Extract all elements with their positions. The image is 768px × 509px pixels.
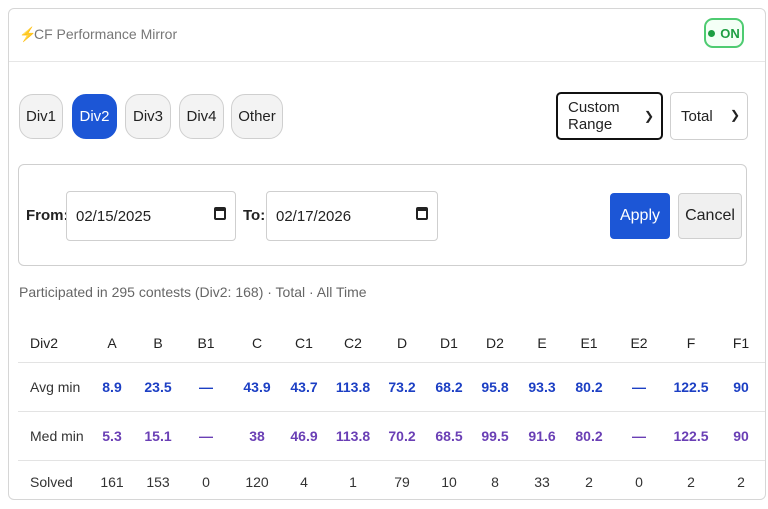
- div1-button[interactable]: Div1: [19, 94, 63, 139]
- column-header: B1: [197, 335, 215, 351]
- table-cell: 68.5: [435, 428, 463, 444]
- table-cell: 161: [100, 474, 124, 490]
- column-header: A: [107, 335, 117, 351]
- div2-button[interactable]: Div2: [72, 94, 117, 139]
- table-cell: 43.9: [243, 379, 271, 395]
- to-date-input[interactable]: 02/17/2026: [266, 191, 438, 241]
- column-header: F: [686, 335, 696, 351]
- table-cell: 79: [394, 474, 410, 490]
- calendar-icon[interactable]: [214, 207, 226, 220]
- table-row-solved: Solved 161 153 0 120 4 1 79 10 8 33 2 0 …: [18, 460, 765, 509]
- table-cell: 122.5: [673, 379, 709, 395]
- table-cell: 120: [245, 474, 269, 490]
- table-cell: 23.5: [144, 379, 172, 395]
- table-cell: —: [199, 428, 213, 444]
- date-range-panel: From: 02/15/2025 To: 02/17/2026 Apply Ca…: [18, 164, 747, 266]
- table-cell: 73.2: [388, 379, 416, 395]
- column-header: C2: [344, 335, 362, 351]
- table-cell: 113.8: [335, 428, 371, 444]
- table-cell: 5.3: [102, 428, 122, 444]
- table-cell: 2: [585, 474, 593, 490]
- to-label: To:: [243, 207, 266, 224]
- table-cell: 8: [491, 474, 499, 490]
- table-cell: 99.5: [481, 428, 509, 444]
- table-cell: 70.2: [388, 428, 416, 444]
- table-cell: 33: [534, 474, 550, 490]
- column-header: Div2: [30, 335, 59, 351]
- row-label: Med min: [30, 428, 84, 444]
- table-cell: 2: [687, 474, 695, 490]
- extension-panel: ⚡ CF Performance Mirror ON Div1 Div2 Div…: [8, 8, 766, 500]
- column-header: E: [537, 335, 547, 351]
- table-row-median: Med min 5.3 15.1 — 38 46.9 113.8 70.2 68…: [18, 411, 765, 461]
- table-cell: —: [632, 428, 646, 444]
- from-date-input[interactable]: 02/15/2025: [66, 191, 236, 241]
- table-cell: —: [632, 379, 646, 395]
- table-cell: 68.2: [435, 379, 463, 395]
- table-cell: 43.7: [290, 379, 318, 395]
- column-header: B: [153, 335, 163, 351]
- table-cell: 113.8: [335, 379, 371, 395]
- column-header: E1: [580, 335, 598, 351]
- table-cell: 10: [441, 474, 457, 490]
- metric-select-value: Total: [681, 107, 713, 125]
- to-date-value: 02/17/2026: [276, 207, 352, 225]
- table-cell: 90: [733, 379, 749, 395]
- table-cell: 0: [635, 474, 643, 490]
- column-header: E2: [630, 335, 648, 351]
- column-header: F1: [732, 335, 750, 351]
- enable-toggle[interactable]: ON: [704, 18, 744, 48]
- table-cell: 80.2: [575, 379, 603, 395]
- table-cell: 15.1: [144, 428, 172, 444]
- row-label: Solved: [30, 474, 73, 490]
- table-cell: 38: [249, 428, 265, 444]
- column-header: D: [396, 335, 408, 351]
- status-dot-icon: [708, 29, 716, 37]
- chevron-down-icon: ❯: [729, 108, 740, 122]
- div3-button[interactable]: Div3: [125, 94, 171, 139]
- table-cell: 8.9: [102, 379, 122, 395]
- div4-button[interactable]: Div4: [179, 94, 224, 139]
- app-title: CF Performance Mirror: [34, 26, 178, 42]
- column-header: C1: [295, 335, 313, 351]
- table-cell: 80.2: [575, 428, 603, 444]
- from-date-value: 02/15/2025: [76, 207, 152, 225]
- table-header-row: Div2 A B B1 C C1 C2 D D1 D2 E E1 E2 F F1: [18, 324, 765, 363]
- chevron-down-icon: ❯: [643, 109, 654, 123]
- metric-select[interactable]: Total ❯: [670, 92, 748, 140]
- table-row-avg: Avg min 8.9 23.5 — 43.9 43.7 113.8 73.2 …: [18, 362, 765, 412]
- apply-button[interactable]: Apply: [610, 193, 670, 239]
- table-cell: 2: [737, 474, 745, 490]
- table-cell: 91.6: [528, 428, 556, 444]
- other-button[interactable]: Other: [231, 94, 283, 139]
- cancel-button[interactable]: Cancel: [678, 193, 742, 239]
- column-header: D1: [440, 335, 458, 351]
- table-cell: 0: [202, 474, 210, 490]
- table-cell: 46.9: [290, 428, 318, 444]
- calendar-icon[interactable]: [416, 207, 428, 220]
- table-cell: —: [199, 379, 213, 395]
- column-header: D2: [486, 335, 504, 351]
- table-cell: 122.5: [673, 428, 709, 444]
- range-select[interactable]: Custom Range ❯: [556, 92, 663, 140]
- table-cell: 95.8: [481, 379, 509, 395]
- table-cell: 93.3: [528, 379, 556, 395]
- row-label: Avg min: [30, 379, 81, 395]
- table-cell: 1: [349, 474, 357, 490]
- from-label: From:: [26, 207, 69, 224]
- table-cell: 153: [146, 474, 170, 490]
- column-header: C: [251, 335, 263, 351]
- participation-summary: Participated in 295 contests (Div2: 168)…: [19, 284, 367, 300]
- table-cell: 90: [733, 428, 749, 444]
- toggle-label: ON: [720, 25, 740, 41]
- title-bar: ⚡ CF Performance Mirror ON: [9, 9, 765, 62]
- table-cell: 4: [300, 474, 308, 490]
